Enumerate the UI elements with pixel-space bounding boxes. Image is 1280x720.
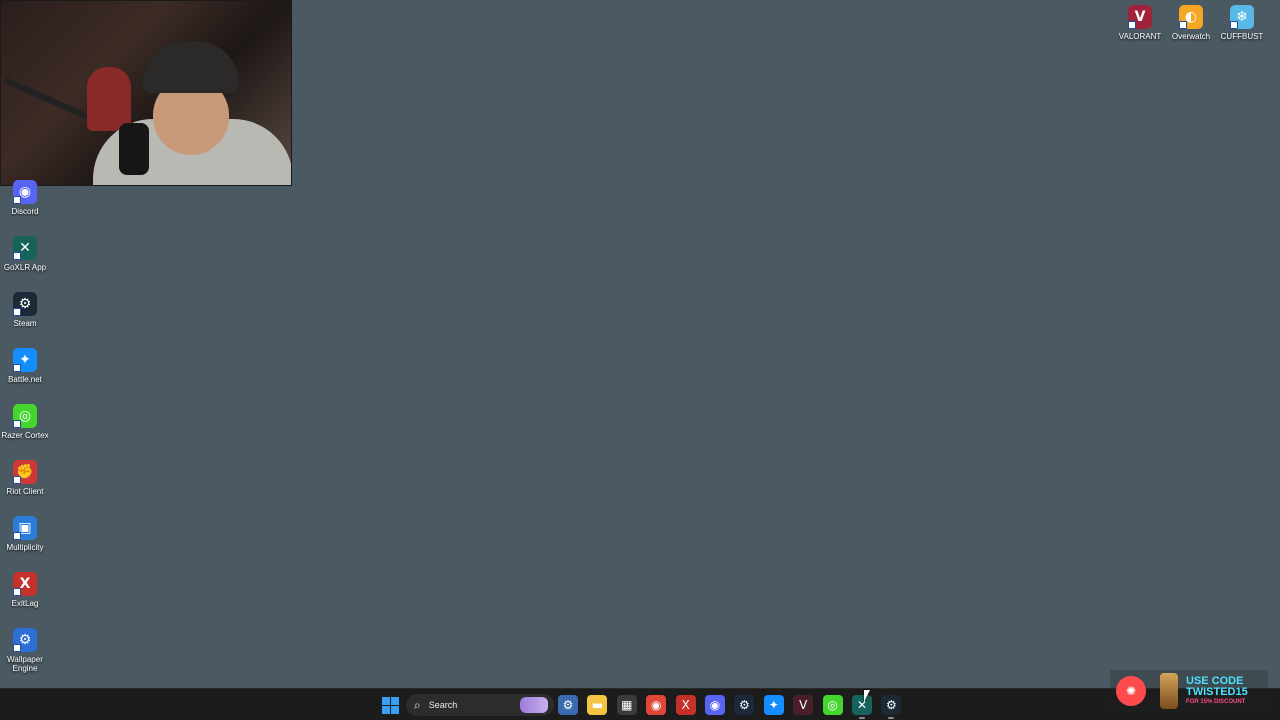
desktop-icon-label: Steam	[13, 319, 37, 328]
exitlag-icon: X	[13, 572, 37, 596]
desktop-icon-riot-client[interactable]: ✊ Riot Client	[0, 460, 55, 496]
desktop-icon-discord[interactable]: ◉ Discord	[0, 180, 55, 216]
desktop-icon-battle-net[interactable]: ✦ Battle.net	[0, 348, 55, 384]
windows-logo-icon	[381, 696, 399, 714]
desktop-icon-label: VALORANT	[1118, 32, 1162, 41]
taskbar-search[interactable]: ⌕ Search	[406, 694, 554, 716]
cuffbust-icon: ❄	[1230, 5, 1254, 29]
desktop-icon-exitlag[interactable]: X ExitLag	[0, 572, 55, 608]
desktop-icon-multiplicity[interactable]: ▣ Multiplicity	[0, 516, 55, 552]
desktop-icon-goxlr-app[interactable]: ✕ GoXLR App	[0, 236, 55, 272]
goxlr-app-icon: ✕	[13, 236, 37, 260]
discord-icon: ◉	[13, 180, 37, 204]
desktop-icon-label: CUFFBUST	[1220, 32, 1264, 41]
taskbar-app-file-explorer-icon[interactable]: ▬	[587, 695, 608, 715]
taskbar-app-valorant-icon[interactable]: V	[793, 695, 814, 715]
search-placeholder: Search	[428, 700, 458, 710]
desktop-icon-label: Razer Cortex	[1, 431, 49, 440]
brand-logo-icon: ✺	[1116, 676, 1146, 706]
taskbar-app-settings-icon[interactable]: ⚙	[558, 695, 578, 715]
overwatch-icon: ◐	[1179, 5, 1203, 29]
start-button[interactable]	[380, 695, 400, 715]
desktop-icon-label: Discord	[11, 207, 39, 216]
taskbar-app-discord-icon[interactable]: ◉	[705, 695, 725, 715]
search-highlight-icon	[520, 697, 548, 713]
taskbar-app-steam-running-icon[interactable]: ⚙	[881, 695, 902, 719]
background-figure	[87, 67, 131, 131]
battle-net-icon: ✦	[13, 348, 37, 372]
desktop-icon-label: Riot Client	[6, 487, 44, 496]
desktop-icon-label: Multiplicity	[6, 543, 44, 552]
desktop-icon-label: ExitLag	[11, 599, 39, 608]
mouse-cursor-icon	[864, 690, 876, 702]
taskbar-app-microsoft-store-icon[interactable]: ▦	[616, 695, 637, 715]
desktop-icon-label: Wallpaper Engine	[7, 655, 43, 673]
taskbar-app-razer-cortex-icon[interactable]: ◎	[822, 695, 843, 715]
wallpaper-engine-icon: ⚙	[13, 628, 37, 652]
microphone	[119, 123, 149, 175]
product-can-icon	[1160, 673, 1178, 709]
streamer-cap	[143, 41, 239, 93]
taskbar-app-battle-net-icon[interactable]: ✦	[763, 695, 784, 715]
desktop-icon-label: GoXLR App	[3, 263, 47, 272]
desktop-icon-wallpaper-engine[interactable]: ⚙ Wallpaper Engine	[0, 628, 55, 673]
taskbar-app-exitlag-icon[interactable]: X	[675, 695, 696, 715]
valorant-icon: V	[1128, 5, 1152, 29]
promo-code: TWISTED15	[1186, 686, 1248, 698]
desktop-icon-steam[interactable]: ⚙ Steam	[0, 292, 55, 328]
steam-icon: ⚙	[13, 292, 37, 316]
razer-cortex-icon: ◎	[13, 404, 37, 428]
desktop-icon-label: Battle.net	[8, 375, 42, 384]
search-icon: ⌕	[414, 697, 421, 712]
riot-client-icon: ✊	[13, 460, 37, 484]
webcam-overlay	[0, 0, 292, 186]
multiplicity-icon: ▣	[13, 516, 37, 540]
promo-overlay: ✺ USE CODE TWISTED15 FOR 15% DISCOUNT	[1110, 670, 1268, 712]
desktop-icon-cuffbust[interactable]: ❄ CUFFBUST	[1212, 5, 1272, 41]
taskbar: ⌕ Search ⚙ ▬ ▦ ◉ X ◉ ⚙ ✦ V ◎ ✕ ⚙	[0, 688, 1280, 720]
desktop-icon-label: Overwatch	[1171, 32, 1211, 41]
taskbar-app-steam-icon[interactable]: ⚙	[734, 695, 755, 715]
desktop-icon-razer-cortex[interactable]: ◎ Razer Cortex	[0, 404, 55, 440]
promo-line-3: FOR 15% DISCOUNT	[1186, 699, 1246, 705]
taskbar-app-chrome-icon[interactable]: ◉	[646, 695, 667, 715]
